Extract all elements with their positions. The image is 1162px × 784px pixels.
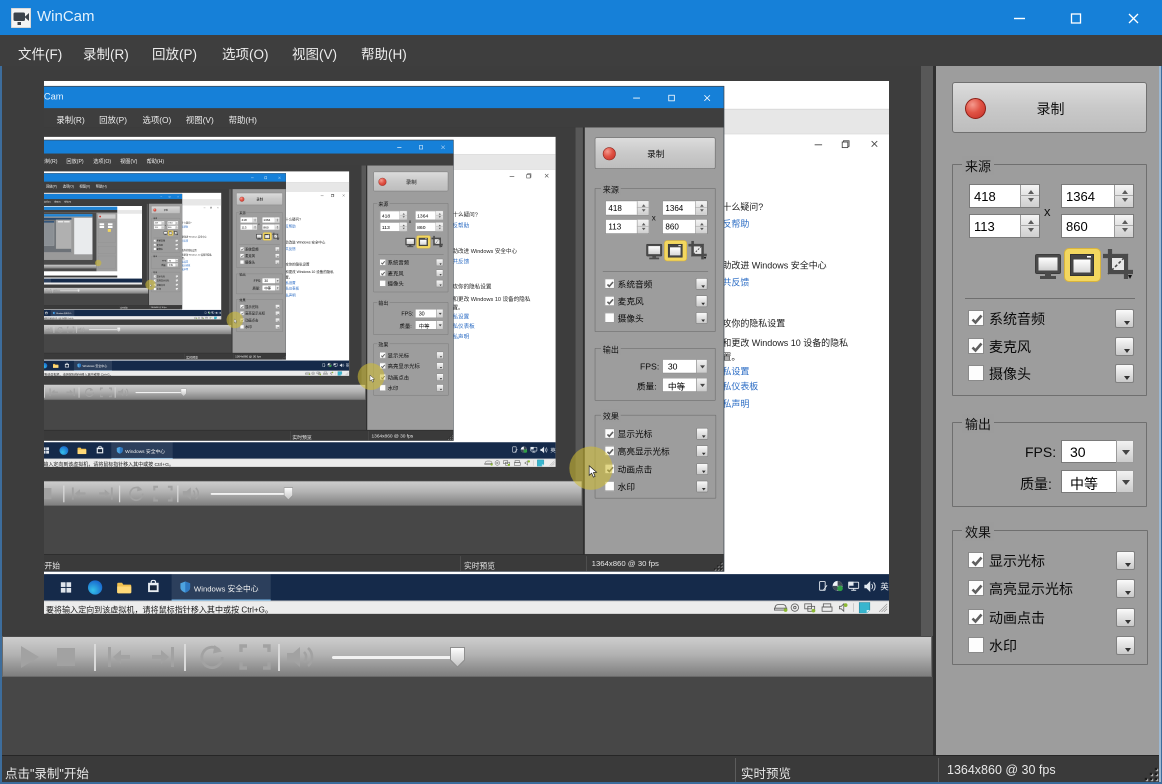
svg-text:英: 英 [346,363,349,368]
svg-text:英: 英 [550,446,555,454]
svg-text:英: 英 [219,311,221,314]
svg-text:英: 英 [880,582,889,592]
